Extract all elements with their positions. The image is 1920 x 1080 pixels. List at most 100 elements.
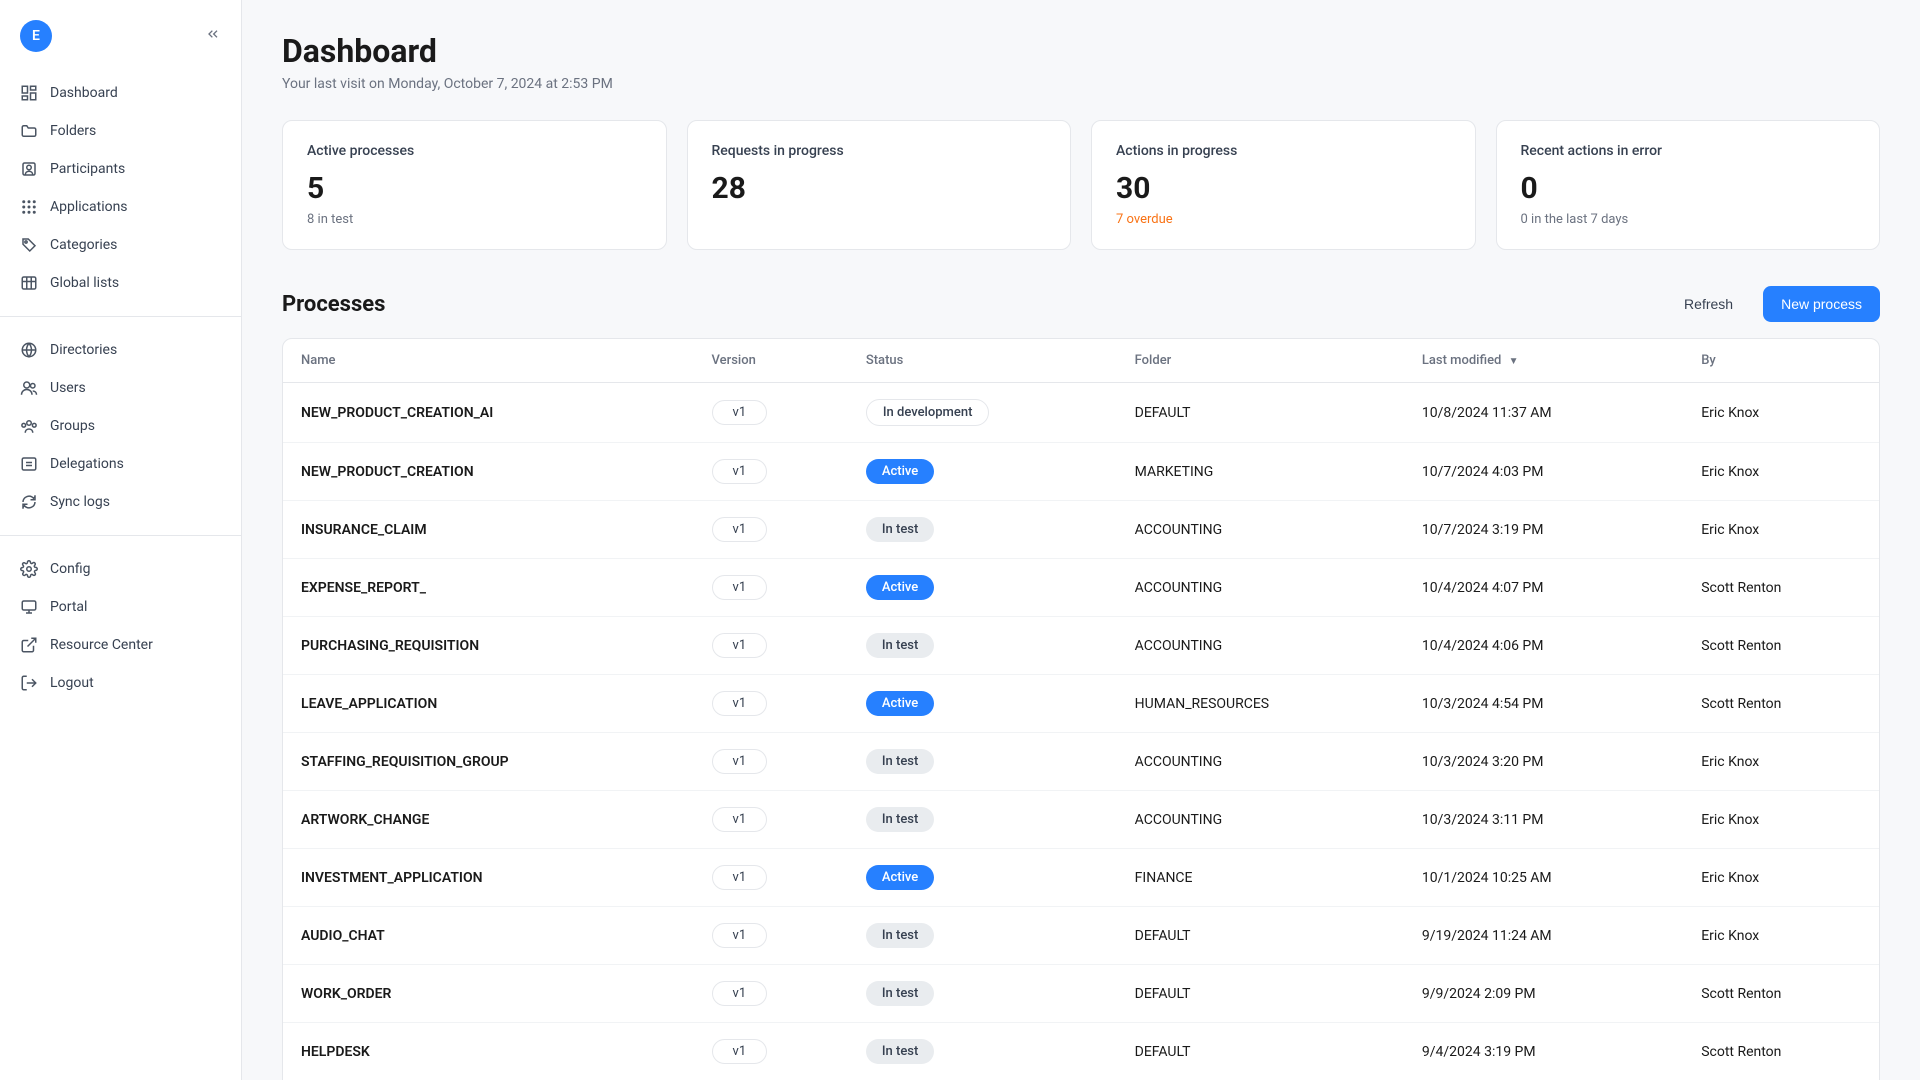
- cell-by: Eric Knox: [1683, 733, 1879, 791]
- sidebar-item-folders[interactable]: Folders: [0, 112, 241, 150]
- col-version[interactable]: Version: [694, 339, 848, 383]
- external-icon: [20, 636, 38, 654]
- cell-by: Scott Renton: [1683, 675, 1879, 733]
- card-value: 30: [1116, 171, 1451, 206]
- cell-name: PURCHASING_REQUISITION: [283, 617, 694, 675]
- status-badge: Active: [866, 865, 934, 890]
- card-subtext: 7 overdue: [1116, 212, 1451, 227]
- sidebar-item-delegations[interactable]: Delegations: [0, 445, 241, 483]
- cell-name: INVESTMENT_APPLICATION: [283, 849, 694, 907]
- version-pill: v1: [712, 981, 768, 1006]
- version-pill: v1: [712, 575, 768, 600]
- monitor-icon: [20, 598, 38, 616]
- collapse-sidebar-button[interactable]: [205, 26, 221, 46]
- summary-card[interactable]: Requests in progress28: [687, 120, 1072, 250]
- cell-modified: 9/19/2024 11:24 AM: [1404, 907, 1683, 965]
- cell-modified: 10/3/2024 3:20 PM: [1404, 733, 1683, 791]
- table-row[interactable]: NEW_PRODUCT_CREATION_AIv1In developmentD…: [283, 383, 1879, 443]
- sidebar-item-participants[interactable]: Participants: [0, 150, 241, 188]
- folder-icon: [20, 122, 38, 140]
- col-by[interactable]: By: [1683, 339, 1879, 383]
- version-pill: v1: [712, 633, 768, 658]
- cell-name: NEW_PRODUCT_CREATION: [283, 443, 694, 501]
- cell-modified: 10/4/2024 4:06 PM: [1404, 617, 1683, 675]
- cell-name: LEAVE_APPLICATION: [283, 675, 694, 733]
- cell-status: Active: [848, 443, 1117, 501]
- table-row[interactable]: PURCHASING_REQUISITION v1 In testACCOUNTIN…: [283, 617, 1879, 675]
- cell-folder: ACCOUNTING: [1117, 617, 1404, 675]
- cell-status: Active: [848, 849, 1117, 907]
- sidebar-item-portal[interactable]: Portal: [0, 588, 241, 626]
- sidebar-item-categories[interactable]: Categories: [0, 226, 241, 264]
- refresh-button[interactable]: Refresh: [1666, 286, 1751, 322]
- sidebar-item-config[interactable]: Config: [0, 550, 241, 588]
- col-folder[interactable]: Folder: [1117, 339, 1404, 383]
- table-row[interactable]: STAFFING_REQUISITION_GROUPv1In testACCOU…: [283, 733, 1879, 791]
- cell-name: STAFFING_REQUISITION_GROUP: [283, 733, 694, 791]
- cell-folder: HUMAN_RESOURCES: [1117, 675, 1404, 733]
- sidebar-item-groups[interactable]: Groups: [0, 407, 241, 445]
- table-icon: [20, 274, 38, 292]
- table-row[interactable]: LEAVE_APPLICATIONv1ActiveHUMAN_RESOURCES…: [283, 675, 1879, 733]
- table-row[interactable]: WORK_ORDERv1In testDEFAULT9/9/2024 2:09 …: [283, 965, 1879, 1023]
- page-title: Dashboard: [282, 32, 1880, 70]
- logout-icon: [20, 674, 38, 692]
- users-icon: [20, 379, 38, 397]
- groups-icon: [20, 417, 38, 435]
- avatar[interactable]: E: [20, 20, 52, 52]
- globe-icon: [20, 341, 38, 359]
- card-subtext: 8 in test: [307, 212, 642, 227]
- sidebar-item-dashboard[interactable]: Dashboard: [0, 74, 241, 112]
- cell-status: Active: [848, 559, 1117, 617]
- table-row[interactable]: INSURANCE_CLAIMv1In testACCOUNTING10/7/2…: [283, 501, 1879, 559]
- summary-card[interactable]: Actions in progress307 overdue: [1091, 120, 1476, 250]
- cell-version: v1: [694, 675, 848, 733]
- cell-by: Scott Renton: [1683, 1023, 1879, 1080]
- sync-icon: [20, 493, 38, 511]
- sidebar-item-logout[interactable]: Logout: [0, 664, 241, 702]
- sidebar-item-label: Categories: [50, 237, 117, 253]
- sidebar-item-resource-center[interactable]: Resource Center: [0, 626, 241, 664]
- table-row[interactable]: AUDIO_CHATv1In testDEFAULT9/19/2024 11:2…: [283, 907, 1879, 965]
- col-last-modified[interactable]: Last modified ▼: [1404, 339, 1683, 383]
- sidebar-item-label: Global lists: [50, 275, 119, 291]
- sort-desc-icon: ▼: [1509, 356, 1519, 367]
- table-row[interactable]: HELPDESKv1In testDEFAULT9/4/2024 3:19 PM…: [283, 1023, 1879, 1080]
- summary-card[interactable]: Recent actions in error00 in the last 7 …: [1496, 120, 1881, 250]
- cell-version: v1: [694, 617, 848, 675]
- sidebar-item-label: Applications: [50, 199, 128, 215]
- col-name[interactable]: Name: [283, 339, 694, 383]
- table-row[interactable]: NEW_PRODUCT_CREATIONv1ActiveMARKETING10/…: [283, 443, 1879, 501]
- sidebar-item-label: Directories: [50, 342, 117, 358]
- sidebar-item-global-lists[interactable]: Global lists: [0, 264, 241, 302]
- cell-folder: ACCOUNTING: [1117, 791, 1404, 849]
- cell-name: AUDIO_CHAT: [283, 907, 694, 965]
- sidebar-item-applications[interactable]: Applications: [0, 188, 241, 226]
- cell-folder: ACCOUNTING: [1117, 559, 1404, 617]
- cell-modified: 10/3/2024 4:54 PM: [1404, 675, 1683, 733]
- table-row[interactable]: INVESTMENT_APPLICATIONv1ActiveFINANCE10/…: [283, 849, 1879, 907]
- cell-by: Scott Renton: [1683, 559, 1879, 617]
- processes-title: Processes: [282, 292, 385, 317]
- sidebar-item-directories[interactable]: Directories: [0, 331, 241, 369]
- sidebar-item-users[interactable]: Users: [0, 369, 241, 407]
- delegations-icon: [20, 455, 38, 473]
- cell-name: HELPDESK: [283, 1023, 694, 1080]
- cell-status: In test: [848, 617, 1117, 675]
- card-label: Active processes: [307, 143, 642, 159]
- cell-status: In test: [848, 965, 1117, 1023]
- version-pill: v1: [712, 517, 768, 542]
- table-row[interactable]: ARTWORK_CHANGEv1In testACCOUNTING10/3/20…: [283, 791, 1879, 849]
- table-row[interactable]: EXPENSE_REPORT_v1ActiveACCOUNTING10/4/20…: [283, 559, 1879, 617]
- cell-by: Scott Renton: [1683, 965, 1879, 1023]
- cell-folder: DEFAULT: [1117, 907, 1404, 965]
- cell-modified: 10/4/2024 4:07 PM: [1404, 559, 1683, 617]
- version-pill: v1: [712, 1039, 768, 1064]
- new-process-button[interactable]: New process: [1763, 286, 1880, 322]
- nav-section-3: ConfigPortalResource CenterLogout: [0, 546, 241, 706]
- cell-folder: DEFAULT: [1117, 965, 1404, 1023]
- tag-icon: [20, 236, 38, 254]
- col-status[interactable]: Status: [848, 339, 1117, 383]
- summary-card[interactable]: Active processes58 in test: [282, 120, 667, 250]
- sidebar-item-sync-logs[interactable]: Sync logs: [0, 483, 241, 521]
